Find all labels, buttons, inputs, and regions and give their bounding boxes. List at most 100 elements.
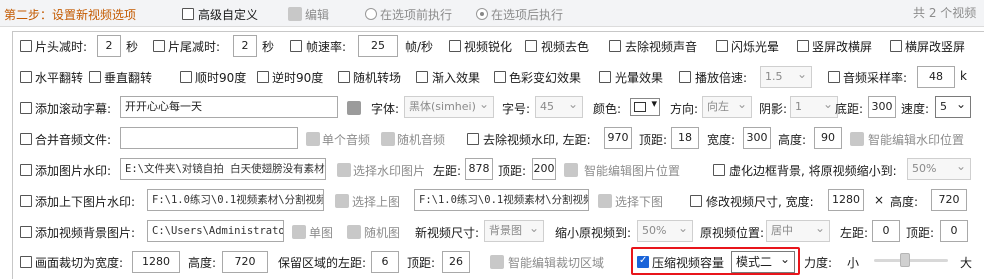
select-image-button[interactable]: 选择水印图片 — [353, 162, 425, 179]
remove-watermark-checkbox[interactable] — [467, 133, 479, 145]
head-cut-input[interactable]: 2 — [97, 35, 121, 57]
exec-after-radio[interactable] — [476, 8, 488, 20]
crop-height-input[interactable]: 720 — [222, 251, 268, 273]
v2h-checkbox[interactable] — [797, 40, 809, 52]
vflip-checkbox[interactable] — [89, 71, 101, 83]
crop-width-input[interactable]: 1280 — [132, 251, 180, 273]
merge-audio-checkbox[interactable] — [20, 133, 32, 145]
top-bottom-watermark-checkbox[interactable] — [20, 195, 32, 207]
random-image-button[interactable]: 随机图 — [364, 224, 400, 241]
head-cut-checkbox[interactable] — [20, 40, 32, 52]
head-cut-unit: 秒 — [126, 40, 139, 54]
single-image-button[interactable]: 单图 — [309, 224, 333, 241]
tail-cut-label: 片尾减时: — [168, 40, 221, 54]
light-effect-checkbox[interactable] — [599, 71, 611, 83]
color-shift-checkbox[interactable] — [494, 71, 506, 83]
single-audio-button[interactable]: 单个音频 — [322, 131, 370, 148]
bg-path-input[interactable]: C:\Users\Administrator\Desktop — [147, 220, 284, 242]
tail-cut-checkbox[interactable] — [153, 40, 165, 52]
bg-image-checkbox[interactable] — [20, 226, 32, 238]
resize-height-input[interactable]: 720 — [931, 189, 967, 211]
smart-watermark-button[interactable]: 智能编辑水印位置 — [868, 131, 964, 148]
blur-shrink-select[interactable]: 50% — [907, 158, 971, 180]
blur-border-label: 虚化边框背景, 将原视频缩小到: — [729, 164, 897, 178]
smart-image-button[interactable]: 智能编辑图片位置 — [584, 162, 680, 179]
caption-settings-icon[interactable] — [347, 101, 361, 115]
strength-slider-thumb[interactable] — [900, 253, 910, 267]
bg-top-input[interactable]: 0 — [940, 220, 968, 242]
edit-button[interactable]: 编辑 — [305, 6, 329, 23]
crop-checkbox[interactable] — [20, 256, 32, 268]
scroll-caption-checkbox[interactable] — [20, 102, 32, 114]
resize-width-input[interactable]: 1280 — [828, 189, 864, 211]
position-label: 原视频位置: — [700, 226, 765, 240]
caption-speed-select[interactable]: 5 — [935, 96, 971, 118]
flash-checkbox[interactable] — [716, 40, 728, 52]
image-top-input[interactable]: 200 — [532, 158, 556, 180]
shadow-select[interactable]: 1 — [790, 96, 838, 118]
remove-audio-checkbox[interactable] — [609, 40, 621, 52]
sharpen-checkbox[interactable] — [449, 40, 461, 52]
smart-edit-icon — [850, 132, 864, 146]
smart-crop-button[interactable]: 智能编辑裁切区域 — [508, 254, 604, 271]
speed-label: 播放倍速: — [695, 71, 748, 85]
rot-ccw-checkbox[interactable] — [257, 71, 269, 83]
sample-rate-checkbox[interactable] — [828, 71, 840, 83]
shadow-label: 阴影: — [759, 102, 788, 116]
bottom-image-path-input[interactable]: F:\1.0练习\0.1视频素材\分割视频 — [414, 189, 589, 211]
hflip-label: 水平翻转 — [35, 71, 84, 85]
h2v-checkbox[interactable] — [890, 40, 902, 52]
frame-rate-input[interactable]: 25 — [358, 35, 398, 57]
strength-slider-track[interactable] — [874, 259, 948, 262]
keep-top-input[interactable]: 26 — [442, 251, 470, 273]
rot-cw-checkbox[interactable] — [180, 71, 192, 83]
merge-audio-label: 合并音频文件: — [35, 133, 112, 147]
keep-left-input[interactable]: 6 — [371, 251, 399, 273]
position-select[interactable]: 居中 — [766, 220, 830, 242]
advanced-custom-label: 高级自定义 — [198, 8, 259, 22]
dechroma-label: 视频去色 — [541, 40, 590, 54]
compress-checkbox[interactable] — [637, 255, 649, 268]
speed-checkbox[interactable] — [679, 71, 691, 83]
bg-left-input[interactable]: 0 — [872, 220, 900, 242]
random-transition-checkbox[interactable] — [338, 71, 350, 83]
watermark-left-input[interactable]: 970 — [604, 127, 632, 149]
font-select[interactable]: 黑体(simhei) — [404, 96, 494, 118]
watermark-top-input[interactable]: 18 — [671, 127, 699, 149]
select-top-button[interactable]: 选择上图 — [352, 193, 400, 210]
audio-path-input[interactable] — [120, 127, 298, 149]
bottom-input[interactable]: 300 — [868, 96, 896, 118]
image-watermark-checkbox[interactable] — [20, 164, 32, 176]
image-left-input[interactable]: 878 — [465, 158, 493, 180]
fade-in-checkbox[interactable] — [416, 71, 428, 83]
fade-in-label: 渐入效果 — [432, 71, 481, 85]
dechroma-checkbox[interactable] — [525, 40, 537, 52]
watermark-width-input[interactable]: 300 — [743, 127, 771, 149]
image-path-input[interactable]: E:\文件夹\对镜自拍 白天使翅膀没有素材 — [120, 158, 326, 180]
speed-select[interactable]: 1.5 — [760, 66, 812, 88]
compress-label: 压缩视频容量 — [652, 256, 725, 270]
compress-mode-select[interactable]: 模式二 — [731, 251, 795, 273]
frame-rate-checkbox[interactable] — [290, 40, 302, 52]
exec-before-radio[interactable] — [365, 8, 377, 20]
color-picker[interactable]: ▾ — [630, 97, 660, 116]
top-image-path-input[interactable]: F:\1.0练习\0.1视频素材\分割视频 — [147, 189, 324, 211]
advanced-custom-checkbox[interactable] — [182, 8, 194, 20]
resize-checkbox[interactable] — [690, 195, 702, 207]
frame-rate-unit: 帧/秒 — [405, 40, 434, 54]
size-select[interactable]: 45 — [535, 96, 583, 118]
select-bottom-button[interactable]: 选择下图 — [615, 193, 663, 210]
blur-border-checkbox[interactable] — [713, 164, 725, 176]
tail-cut-input[interactable]: 2 — [233, 35, 257, 57]
direction-select[interactable]: 向左 — [702, 96, 752, 118]
shrink-select[interactable]: 50% — [637, 220, 693, 242]
image-watermark-label: 添加图片水印: — [35, 164, 112, 178]
hflip-checkbox[interactable] — [20, 71, 32, 83]
watermark-height-input[interactable]: 90 — [814, 127, 842, 149]
new-size-select[interactable]: 背景图 — [484, 220, 544, 242]
caption-text-input[interactable]: 开开心心每一天 — [120, 96, 338, 118]
strength-min-label: 小 — [847, 256, 860, 270]
random-audio-button[interactable]: 随机音频 — [397, 131, 445, 148]
watermark-height-label: 高度: — [778, 133, 807, 147]
sample-rate-input[interactable]: 48 — [917, 66, 955, 88]
